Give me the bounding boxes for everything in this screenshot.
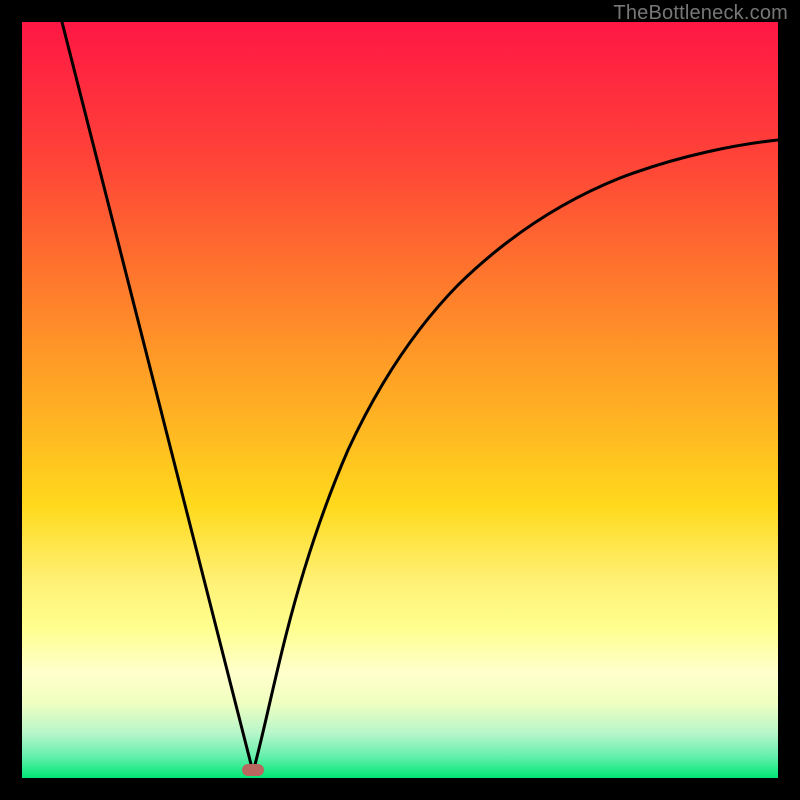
chart-frame: TheBottleneck.com xyxy=(0,0,800,800)
watermark-text: TheBottleneck.com xyxy=(613,2,788,25)
curve-path xyxy=(62,22,778,772)
optimum-marker xyxy=(242,764,264,776)
bottleneck-curve xyxy=(0,0,800,800)
